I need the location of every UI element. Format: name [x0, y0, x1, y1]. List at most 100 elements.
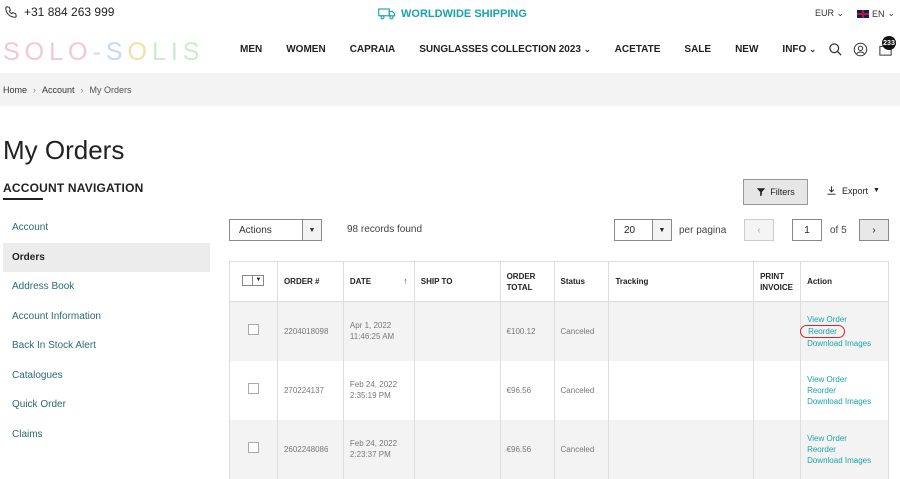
print-invoice [753, 360, 802, 420]
logo[interactable]: SOLO-SOLIS [3, 38, 204, 67]
download-images-link[interactable]: Download Images [807, 396, 882, 407]
chevron-right-icon: › [872, 224, 876, 236]
column-header-order-total[interactable]: ORDER TOTAL [499, 261, 555, 302]
chevron-right-icon: › [80, 84, 84, 95]
row-actions: View Order Reorder Download Images [800, 419, 889, 479]
view-order-link[interactable]: View Order [807, 314, 882, 325]
nav-item-acetate[interactable]: ACETATE [615, 44, 661, 55]
sidebar-item-account[interactable]: Account [3, 213, 210, 243]
row-select-cell [229, 301, 278, 361]
caret-down-icon: ▼ [652, 220, 671, 240]
worldwide-shipping-banner: WORLDWIDE SHIPPING [378, 7, 527, 20]
download-images-link[interactable]: Download Images [807, 338, 882, 349]
row-checkbox[interactable] [247, 442, 259, 453]
nav-item-new[interactable]: NEW [735, 44, 758, 55]
print-invoice [753, 301, 802, 361]
mass-select-checkbox[interactable]: ▼ [242, 275, 265, 286]
user-icon[interactable] [853, 42, 868, 57]
reorder-link[interactable]: Reorder [807, 444, 882, 455]
filters-label: Filters [770, 187, 795, 197]
orders-table: ▼ ORDER # ↑ DATE SHIP TO ORDER TOTAL Stat… [229, 261, 889, 479]
language-switcher[interactable]: EN ⌄ [857, 8, 895, 19]
sidebar-item-back-in-stock[interactable]: Back In Stock Alert [3, 331, 210, 361]
account-nav-title: ACCOUNT NAVIGATION [3, 181, 144, 195]
nav-item-info[interactable]: INFO ⌄ [782, 44, 816, 55]
main-nav: MEN WOMEN CAPRAIA SUNGLASSES COLLECTION … [240, 44, 840, 55]
shipping-text: WORLDWIDE SHIPPING [401, 7, 527, 20]
sidebar-item-address-book[interactable]: Address Book [3, 272, 210, 302]
table-header-row: ▼ ORDER # ↑ DATE SHIP TO ORDER TOTAL Stat… [229, 261, 889, 302]
download-icon [827, 186, 836, 195]
view-order-link[interactable]: View Order [807, 433, 882, 444]
search-icon[interactable] [828, 42, 843, 57]
sidebar-item-orders[interactable]: Orders [3, 242, 210, 272]
chevron-left-icon: ‹ [757, 224, 761, 236]
ship-to [413, 360, 501, 420]
chevron-down-icon: ⌄ [887, 8, 896, 18]
sidebar-item-catalogues[interactable]: Catalogues [3, 361, 210, 391]
account-sidebar: Account Orders Address Book Account Info… [3, 213, 210, 449]
export-label: Export [842, 185, 869, 196]
order-total: €100.12 [499, 301, 555, 361]
row-checkbox[interactable] [247, 383, 259, 394]
column-header-order[interactable]: ORDER # [276, 261, 344, 302]
main-header: SOLO-SOLIS MEN WOMEN CAPRAIA SUNGLASSES … [0, 30, 900, 72]
uk-flag-icon [857, 9, 869, 18]
sidebar-item-account-information[interactable]: Account Information [3, 302, 210, 332]
reorder-link[interactable]: Reorder [800, 324, 845, 338]
breadcrumb-home[interactable]: Home [3, 85, 27, 95]
next-page-button[interactable]: › [859, 219, 889, 241]
tracking [608, 360, 755, 420]
row-checkbox[interactable] [247, 324, 259, 336]
order-date: Feb 24, 2022 2:35:19 PM [342, 360, 415, 420]
page-number-input[interactable]: 1 [792, 219, 822, 241]
nav-item-sunglasses[interactable]: SUNGLASSES COLLECTION 2023 ⌄ [419, 44, 590, 55]
row-actions: View Order Reorder Download Images [800, 301, 889, 361]
prev-page-button[interactable]: ‹ [744, 219, 774, 241]
actions-label: Actions [239, 224, 272, 236]
view-order-link[interactable]: View Order [807, 374, 882, 385]
caret-down-icon: ▼ [873, 187, 880, 194]
column-header-action: Action [800, 261, 889, 302]
page-total: of 5 [830, 225, 847, 236]
download-images-link[interactable]: Download Images [807, 455, 882, 466]
nav-item-women[interactable]: WOMEN [286, 44, 325, 55]
reorder-link[interactable]: Reorder [807, 385, 882, 396]
order-number: 2204018098 [276, 301, 344, 361]
breadcrumb-account[interactable]: Account [42, 85, 75, 95]
records-count: 98 records found [347, 224, 423, 235]
phone-contact[interactable]: +31 884 263 999 [4, 5, 114, 19]
per-page-select[interactable]: 20 ▼ [614, 219, 672, 241]
actions-select[interactable]: Actions ▼ [229, 219, 322, 241]
ship-to [413, 301, 501, 361]
chevron-down-icon: ⌄ [836, 8, 845, 18]
column-header-print-invoice: PRINT INVOICE [753, 261, 802, 302]
chevron-down-icon: ⌄ [583, 45, 591, 54]
column-header-status[interactable]: Status [553, 261, 610, 302]
sidebar-item-claims[interactable]: Claims [3, 420, 210, 450]
nav-item-capraia[interactable]: CAPRAIA [350, 44, 396, 55]
filters-button[interactable]: Filters [743, 179, 808, 205]
per-page-label: per pagina [679, 225, 727, 236]
column-header-date[interactable]: ↑ DATE [342, 261, 415, 302]
order-number: 2602248086 [276, 419, 344, 479]
column-header-ship-to[interactable]: SHIP TO [413, 261, 501, 302]
order-number: 270224137 [276, 360, 344, 420]
phone-icon [5, 6, 17, 18]
column-header-tracking[interactable]: Tracking [608, 261, 755, 302]
print-invoice [753, 419, 802, 479]
sidebar-item-quick-order[interactable]: Quick Order [3, 390, 210, 420]
nav-item-sale[interactable]: SALE [684, 44, 711, 55]
cart-count-badge: 233 [882, 36, 896, 50]
order-status: Canceled [553, 360, 610, 420]
currency-switcher[interactable]: EUR ⌄ [815, 8, 844, 19]
language-label: EN [872, 8, 885, 19]
truck-icon [378, 8, 396, 20]
divider [3, 198, 43, 200]
table-row: 2204018098 Apr 1, 2022 11:46:25 AM €100.1… [229, 301, 889, 361]
per-page-value: 20 [624, 224, 636, 236]
export-button[interactable]: Export ▼ [826, 185, 880, 196]
order-status: Canceled [553, 301, 610, 361]
breadcrumb-current: My Orders [89, 84, 132, 95]
nav-item-men[interactable]: MEN [240, 44, 262, 55]
